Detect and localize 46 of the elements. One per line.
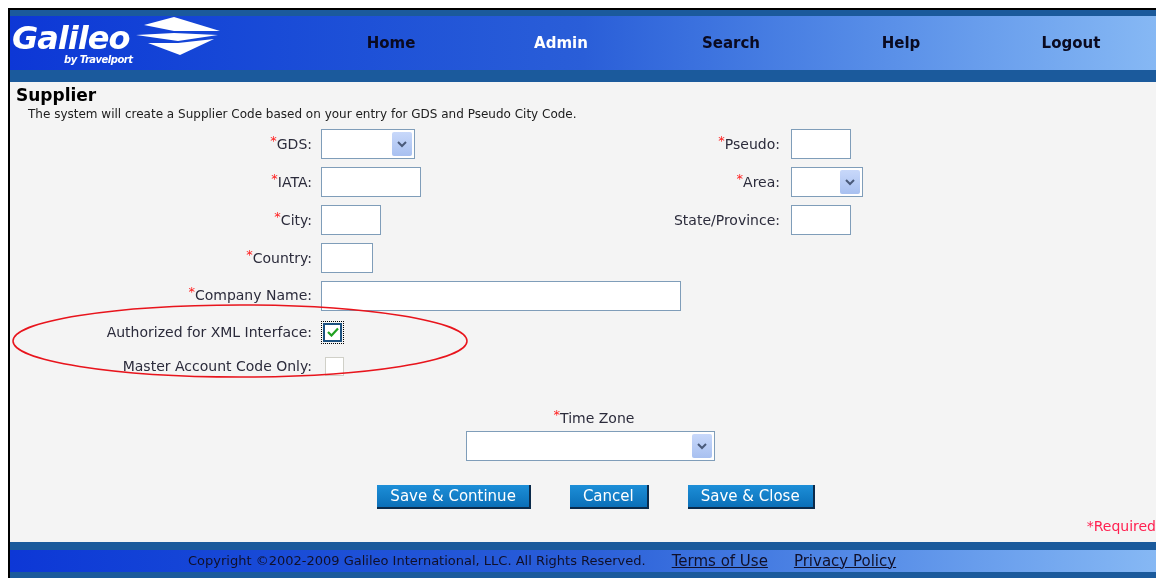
dropdown-field[interactable] [791, 167, 863, 197]
field-label: State/Province: [673, 210, 780, 230]
required-asterisk: * [274, 208, 281, 224]
action-button[interactable]: Save & Close [687, 485, 815, 509]
nav-link[interactable]: Search [646, 31, 816, 55]
checkbox[interactable] [323, 322, 342, 342]
footer-link[interactable]: Privacy Policy [793, 549, 897, 573]
text-field[interactable] [791, 129, 851, 159]
text-field[interactable] [321, 280, 681, 311]
page-title: Supplier [16, 84, 98, 106]
required-note: *Required [1086, 517, 1156, 536]
action-button[interactable]: Cancel [569, 485, 649, 509]
required-asterisk: * [553, 407, 561, 422]
logo-wordmark: Galileo [12, 21, 130, 55]
required-asterisk: * [271, 170, 278, 186]
required-asterisk: * [246, 246, 253, 262]
copyright-text: Copyright ©2002-2009 Galileo International, LLC. All Rights Reserved. [188, 552, 646, 571]
field-label: Authorized for XML Interface: [106, 322, 312, 342]
page-description: The system will create a Supplier Code based on your entry for GDS and Pseudo City Code. [28, 106, 578, 122]
field-label: *IATA: [271, 171, 312, 192]
text-field[interactable] [791, 205, 851, 235]
action-button[interactable]: Save & Continue [377, 485, 531, 509]
required-asterisk: * [736, 170, 744, 186]
dropdown-field[interactable] [321, 129, 415, 159]
text-field[interactable] [321, 205, 381, 235]
field-label: Master Account Code Only: [122, 356, 312, 376]
nav-link[interactable]: Home [306, 31, 476, 55]
field-label: *Area: [736, 171, 780, 192]
field-label: *Time Zone [553, 408, 635, 428]
required-asterisk: * [270, 132, 277, 148]
field-label: *City: [274, 209, 312, 230]
footer-link[interactable]: Terms of Use [671, 549, 768, 573]
field-label: *Company Name: [188, 285, 312, 305]
dropdown-field[interactable] [465, 431, 715, 461]
nav-link[interactable]: Help [816, 31, 986, 55]
required-asterisk: * [188, 284, 195, 299]
nav-link[interactable]: Admin [476, 31, 646, 55]
field-label: *GDS: [270, 133, 312, 154]
logo-byline: by Travelport [64, 55, 133, 65]
checkmark-icon [326, 327, 339, 337]
nav-link[interactable]: Logout [986, 31, 1156, 55]
text-field[interactable] [321, 167, 421, 197]
text-field[interactable] [321, 243, 373, 273]
field-label: *Pseudo: [718, 133, 780, 154]
required-asterisk: * [718, 132, 725, 148]
field-label: *Country: [246, 247, 312, 268]
